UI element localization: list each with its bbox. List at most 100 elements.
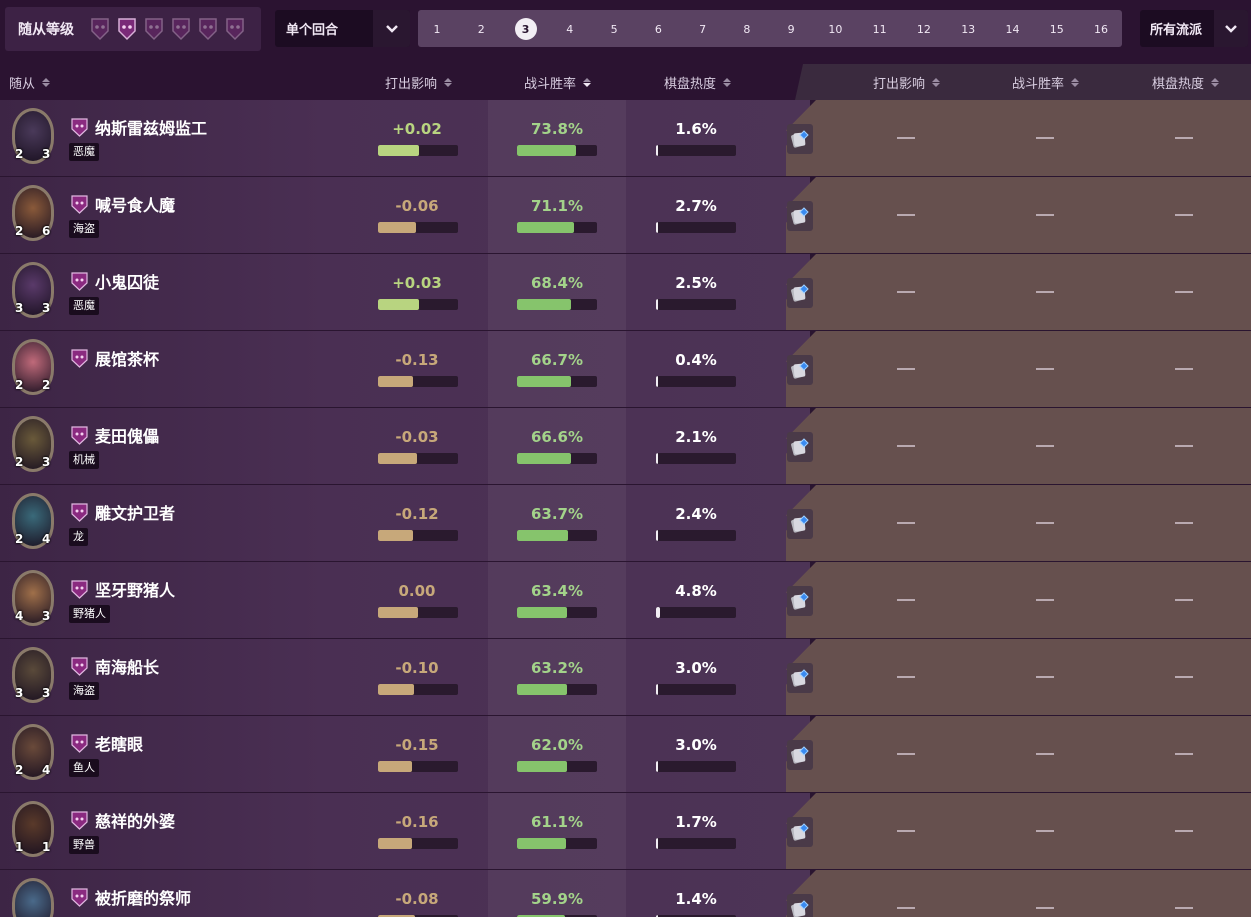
column-header-impact[interactable]: 打出影响 (385, 64, 453, 100)
impact-compare-empty (897, 137, 915, 139)
minion-name[interactable]: 雕文护卫者 (95, 500, 175, 524)
popularity-value: 3.0% (675, 736, 717, 754)
table-row[interactable]: 3 3 南海船长 海盗 -0.10 63.2% 3.0% (0, 639, 1251, 716)
impact-value: -0.16 (395, 813, 439, 831)
tier-3-icon[interactable] (142, 16, 165, 42)
minion-type-badge: 野猪人 (69, 605, 110, 623)
minion-name[interactable]: 麦田傀儡 (95, 423, 159, 447)
table-row[interactable]: 2 3 麦田傀儡 机械 -0.03 66.6% 2.1% (0, 408, 1251, 485)
round-8[interactable]: 8 (736, 18, 758, 40)
card-compare-icon[interactable] (787, 663, 813, 693)
table-row[interactable]: 2 2 展馆茶杯 -0.13 66.7% 0.4% (0, 331, 1251, 408)
minion-name[interactable]: 小鬼囚徒 (95, 269, 159, 293)
minion-attack: 2 (15, 147, 24, 161)
minion-name[interactable]: 展馆茶杯 (95, 346, 159, 370)
card-compare-icon[interactable] (787, 586, 813, 616)
popularity-bar (656, 684, 736, 695)
popularity-compare-empty (1175, 907, 1193, 909)
minion-name[interactable]: 慈祥的外婆 (95, 808, 175, 832)
round-1[interactable]: 1 (426, 18, 448, 40)
popularity-compare-empty (1175, 368, 1193, 370)
table-row[interactable]: 1 1 慈祥的外婆 野兽 -0.16 61.1% 1.7% (0, 793, 1251, 870)
minion-name[interactable]: 老瞎眼 (95, 731, 143, 755)
round-10[interactable]: 10 (824, 18, 846, 40)
round-11[interactable]: 11 (869, 18, 891, 40)
table-row[interactable]: 2 4 雕文护卫者 龙 -0.12 63.7% 2.4% (0, 485, 1251, 562)
minion-name[interactable]: 坚牙野猪人 (95, 577, 175, 601)
column-header-winrate-compare[interactable]: 战斗胜率 (1012, 64, 1080, 100)
table-row[interactable]: 2 6 喊号食人魔 海盗 -0.06 71.1% 2.7% (0, 177, 1251, 254)
card-compare-icon[interactable] (787, 740, 813, 770)
tier-badge-icon (71, 503, 88, 522)
tier-2-icon[interactable] (115, 16, 138, 42)
card-compare-icon[interactable] (787, 278, 813, 308)
card-compare-icon[interactable] (787, 124, 813, 154)
table-row[interactable]: 2 3 纳斯雷兹姆监工 恶魔 +0.02 73.8% 1.6% (0, 100, 1251, 177)
tier-5-icon[interactable] (196, 16, 219, 42)
table-row[interactable]: 2 4 老瞎眼 鱼人 -0.15 62.0% 3.0% (0, 716, 1251, 793)
impact-compare-empty (897, 599, 915, 601)
winrate-bar (517, 684, 597, 695)
column-header-impact-compare[interactable]: 打出影响 (873, 64, 941, 100)
minion-attack: 3 (15, 301, 24, 315)
minion-name[interactable]: 喊号食人魔 (95, 192, 175, 216)
round-13[interactable]: 13 (957, 18, 979, 40)
round-12[interactable]: 12 (913, 18, 935, 40)
minion-attack: 3 (15, 686, 24, 700)
impact-bar (378, 684, 458, 695)
minion-attack: 1 (15, 840, 24, 854)
round-2[interactable]: 2 (470, 18, 492, 40)
round-9[interactable]: 9 (780, 18, 802, 40)
round-4[interactable]: 4 (559, 18, 581, 40)
round-mode-dropdown[interactable]: 单个回合 (275, 10, 410, 47)
table-row[interactable]: 3 3 小鬼囚徒 恶魔 +0.03 68.4% 2.5% (0, 254, 1251, 331)
popularity-compare-empty (1175, 445, 1193, 447)
round-15[interactable]: 15 (1046, 18, 1068, 40)
sort-icon (444, 77, 453, 87)
column-header-popularity-compare[interactable]: 棋盘热度 (1152, 64, 1220, 100)
column-header-popularity[interactable]: 棋盘热度 (664, 64, 732, 100)
round-6[interactable]: 6 (647, 18, 669, 40)
column-header-minion[interactable]: 随从 (9, 64, 51, 100)
card-compare-icon[interactable] (787, 201, 813, 231)
table-row[interactable]: 4 3 坚牙野猪人 野猪人 0.00 63.4% 4.8% (0, 562, 1251, 639)
popularity-compare-empty (1175, 214, 1193, 216)
round-7[interactable]: 7 (692, 18, 714, 40)
popularity-compare-empty (1175, 137, 1193, 139)
popularity-value: 4.8% (675, 582, 717, 600)
winrate-value: 66.6% (530, 428, 584, 446)
minion-name[interactable]: 被折磨的祭师 (95, 885, 191, 909)
round-16[interactable]: 16 (1090, 18, 1112, 40)
tier-6-icon[interactable] (223, 16, 246, 42)
minion-health: 3 (42, 301, 51, 315)
chevron-down-icon[interactable] (1214, 10, 1248, 47)
impact-compare-empty (897, 291, 915, 293)
chevron-down-icon[interactable] (373, 10, 410, 47)
round-5[interactable]: 5 (603, 18, 625, 40)
popularity-compare-empty (1175, 522, 1193, 524)
minion-name[interactable]: 纳斯雷兹姆监工 (95, 115, 207, 139)
sort-icon (1211, 77, 1220, 87)
winrate-compare-empty (1036, 676, 1054, 678)
round-14[interactable]: 14 (1001, 18, 1023, 40)
card-compare-icon[interactable] (787, 355, 813, 385)
card-compare-icon[interactable] (787, 817, 813, 847)
column-header-winrate[interactable]: 战斗胜率 (524, 64, 592, 100)
winrate-bar (517, 222, 597, 233)
impact-bar (378, 761, 458, 772)
archetype-dropdown[interactable]: 所有流派 (1140, 10, 1248, 47)
impact-compare-empty (897, 214, 915, 216)
card-compare-icon[interactable] (787, 432, 813, 462)
tier-1-icon[interactable] (88, 16, 111, 42)
popularity-compare-empty (1175, 676, 1193, 678)
table-row[interactable]: 被折磨的祭师 -0.08 59.9% 1.4% (0, 870, 1251, 917)
tier-filter-label: 随从等级 (18, 22, 74, 38)
impact-value: -0.10 (395, 659, 439, 677)
card-compare-icon[interactable] (787, 894, 813, 917)
tier-4-icon[interactable] (169, 16, 192, 42)
popularity-value: 2.1% (675, 428, 717, 446)
round-3[interactable]: 3 (514, 18, 537, 40)
minion-name[interactable]: 南海船长 (95, 654, 159, 678)
card-compare-icon[interactable] (787, 509, 813, 539)
popularity-compare-empty (1175, 753, 1193, 755)
